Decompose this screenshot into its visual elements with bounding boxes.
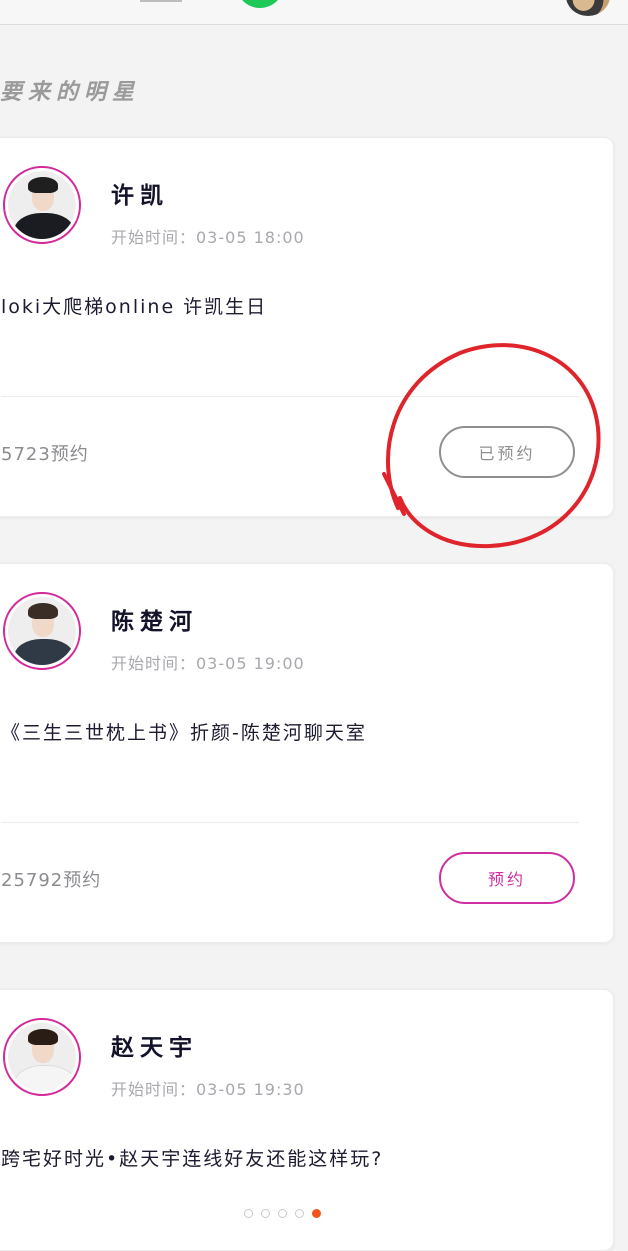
star-avatar-icon[interactable] [3, 166, 81, 244]
reserve-button[interactable]: 预约 [439, 852, 575, 904]
event-description: 跨宅好时光•赵天宇连线好友还能这样玩? [1, 1148, 384, 1170]
section-title: 要来的明星 [0, 80, 141, 105]
reserve-count: 25792预约 [1, 870, 102, 891]
pager-dot[interactable] [278, 1209, 287, 1218]
star-name: 赵天宇 [111, 1035, 198, 1061]
event-description: 《三生三世枕上书》折颜-陈楚河聊天室 [1, 722, 367, 744]
star-name: 陈楚河 [111, 609, 198, 635]
user-avatar-icon[interactable] [566, 0, 610, 16]
page-indicator [244, 1209, 321, 1218]
pager-dot[interactable] [261, 1209, 270, 1218]
star-card[interactable]: 陈楚河 开始时间：03-05 19:00 《三生三世枕上书》折颜-陈楚河聊天室 … [0, 563, 614, 943]
top-bar [0, 0, 628, 25]
reserve-count: 5723预约 [1, 444, 89, 465]
star-card[interactable]: 许凯 开始时间：03-05 18:00 loki大爬梯online 许凯生日 5… [0, 137, 614, 517]
start-time: 开始时间：03-05 19:00 [111, 654, 305, 673]
pager-dot[interactable] [295, 1209, 304, 1218]
star-avatar-icon[interactable] [3, 1018, 81, 1096]
event-description: loki大爬梯online 许凯生日 [1, 296, 268, 318]
divider [1, 396, 579, 397]
pager-dot-active[interactable] [312, 1209, 321, 1218]
star-name: 许凯 [111, 183, 169, 209]
reserved-button[interactable]: 已预约 [439, 426, 575, 478]
start-time: 开始时间：03-05 19:30 [111, 1080, 305, 1099]
green-badge-icon[interactable] [236, 0, 284, 8]
star-avatar-icon[interactable] [3, 592, 81, 670]
start-time: 开始时间：03-05 18:00 [111, 228, 305, 247]
divider [1, 822, 579, 823]
tab-indicator [140, 0, 182, 2]
pager-dot[interactable] [244, 1209, 253, 1218]
